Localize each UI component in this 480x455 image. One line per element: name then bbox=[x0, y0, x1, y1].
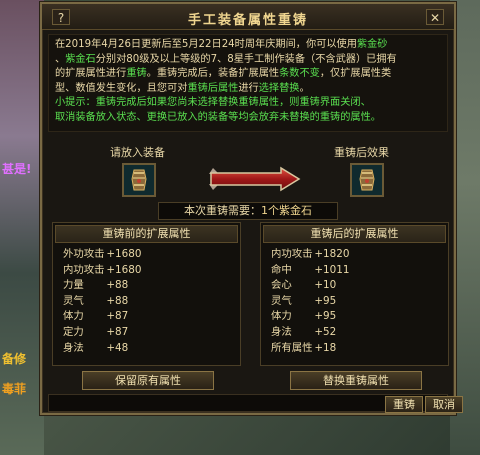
notice-text: 在2019年4月26日更新后至5月22日24时周年庆期间，你可以使用紫金砂 、紫… bbox=[48, 34, 448, 132]
title-bar: ? 手工装备属性重铸 ✕ bbox=[42, 4, 454, 30]
attr-row: 会心 +10 bbox=[271, 279, 337, 292]
scene-text-3: 毒菲 bbox=[2, 382, 27, 396]
cancel-button[interactable]: 取消 bbox=[425, 396, 463, 413]
attr-row: 力量 +88 bbox=[63, 279, 129, 292]
gauntlet-icon bbox=[352, 165, 382, 195]
notice-line-2: 、紫金石分别对80级及以上等级的7、8星手工制作装备（不含武器）已拥有 bbox=[55, 53, 397, 65]
attr-row: 灵气 +88 bbox=[63, 294, 129, 307]
attr-row: 身法 +48 bbox=[63, 341, 129, 354]
input-slot-label: 请放入装备 bbox=[110, 146, 165, 159]
gauntlet-icon bbox=[124, 165, 154, 195]
after-attr-list: 内功攻击 +1820 命中 +1011 会心 +10 灵气 +95 体力 +95… bbox=[261, 245, 448, 358]
notice-line-4: 型、数值发生变化，且您可对重铸后属性进行选择替换。 bbox=[55, 82, 310, 94]
scene-text-2: 备修 bbox=[2, 352, 27, 366]
notice-hint-1: 小提示：重铸完成后如果您尚未选择替换重铸属性，则重铸界面关闭、 bbox=[55, 97, 371, 108]
reforge-button[interactable]: 重铸 bbox=[385, 396, 423, 413]
cost-label: 本次重铸需要： bbox=[184, 204, 261, 217]
attr-row: 内功攻击 +1680 bbox=[63, 263, 142, 276]
attr-row: 内功攻击 +1820 bbox=[271, 248, 350, 260]
result-item-slot[interactable] bbox=[350, 163, 384, 197]
scene-text-1: 甚是! bbox=[2, 162, 32, 176]
window-title: 手工装备属性重铸 bbox=[187, 13, 308, 28]
attr-row: 命中 +1011 bbox=[271, 263, 350, 276]
reforge-cost: 本次重铸需要：1个紫金石 bbox=[158, 202, 338, 220]
notice-hint-2: 取消装备放入状态、更换已放入的装备等均会放弃未替换的重铸的属性。 bbox=[55, 111, 381, 123]
close-button[interactable]: ✕ bbox=[426, 9, 444, 25]
attr-row: 体力 +95 bbox=[271, 310, 337, 323]
attr-row: 灵气 +95 bbox=[271, 294, 337, 307]
notice-line-3: 的扩展属性进行重铸。重铸完成后，装备扩展属性条数不变，仅扩展属性类 bbox=[55, 68, 392, 79]
cost-value: 1个紫金石 bbox=[261, 204, 312, 217]
replace-reforged-button[interactable]: 替换重铸属性 bbox=[290, 371, 422, 390]
after-panel-title: 重铸后的扩展属性 bbox=[263, 225, 446, 243]
input-item-slot[interactable] bbox=[122, 163, 156, 197]
arrow-right-icon bbox=[207, 166, 301, 192]
after-attributes-panel: 重铸后的扩展属性 内功攻击 +1820 命中 +1011 会心 +10 灵气 +… bbox=[260, 222, 449, 366]
reforge-window: ? 手工装备属性重铸 ✕ 在2019年4月26日更新后至5月22日24时周年庆期… bbox=[40, 2, 463, 415]
attr-row: 定力 +87 bbox=[63, 325, 129, 338]
keep-original-button[interactable]: 保留原有属性 bbox=[82, 371, 214, 390]
attr-row: 体力 +87 bbox=[63, 310, 129, 323]
before-panel-title: 重铸前的扩展属性 bbox=[55, 225, 238, 243]
notice-line-1: 在2019年4月26日更新后至5月22日24时周年庆期间，你可以使用紫金砂 bbox=[55, 39, 388, 50]
attr-row: 身法 +52 bbox=[271, 325, 337, 338]
result-slot-label: 重铸后效果 bbox=[334, 146, 389, 159]
attr-row: 所有属性 +18 bbox=[271, 341, 337, 354]
before-attr-list: 外功攻击 +1680 内功攻击 +1680 力量 +88 灵气 +88 体力 +… bbox=[53, 245, 240, 358]
before-attributes-panel: 重铸前的扩展属性 外功攻击 +1680 内功攻击 +1680 力量 +88 灵气… bbox=[52, 222, 241, 366]
attr-row: 外功攻击 +1680 bbox=[63, 248, 142, 260]
